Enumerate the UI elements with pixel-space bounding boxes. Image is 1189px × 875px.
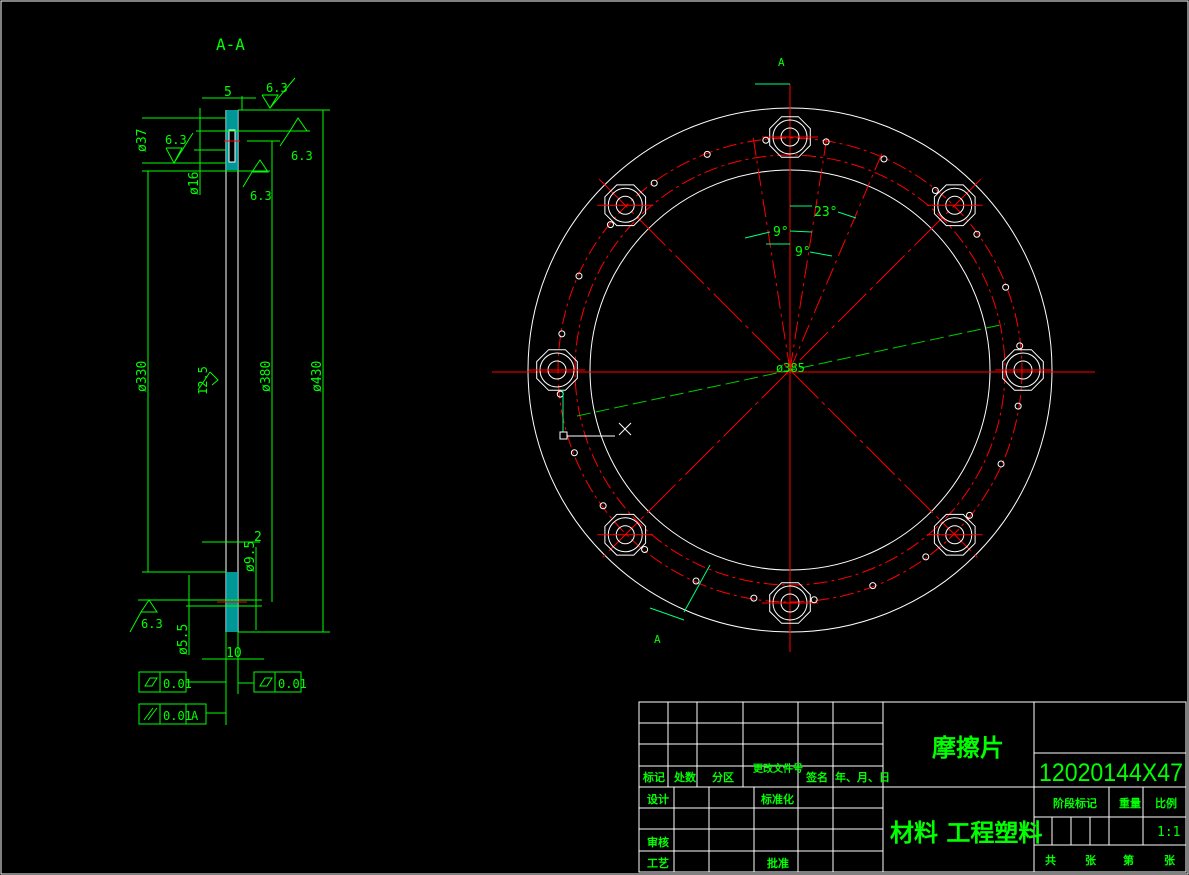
sheet-label: 第 xyxy=(1123,853,1134,867)
small-hole xyxy=(1016,342,1024,350)
small-hole xyxy=(1014,402,1022,410)
roughness-label: 6.3 xyxy=(250,189,272,203)
roughness-label: 12.5 xyxy=(196,366,210,395)
sheet-label: 张 xyxy=(1164,853,1176,867)
section-title: A-A xyxy=(216,35,245,54)
role-label: 设计 xyxy=(647,792,669,806)
small-hole xyxy=(556,390,564,398)
sheet-label: 张 xyxy=(1085,853,1097,867)
small-hole xyxy=(762,136,770,144)
angle-line xyxy=(752,137,791,371)
angle-23: 23° xyxy=(814,205,837,220)
parallelism-value: 0.01 xyxy=(163,709,192,723)
datum-label: A xyxy=(191,709,199,723)
role-label: 审核 xyxy=(647,835,669,849)
flatness-value: 0.01 xyxy=(163,677,192,691)
rev-header: 分区 xyxy=(712,770,734,784)
cad-drawing: A-A 5 ø37 ø16 ø330 ø380 ø430 ø9.5 ø5.5 2… xyxy=(0,0,1189,875)
dim-width-10: 10 xyxy=(226,646,242,661)
dim-d430: ø430 xyxy=(310,361,325,392)
rev-header: 处数 xyxy=(673,770,697,784)
angle-9a: 9° xyxy=(773,225,789,240)
flatness-value: 0.01 xyxy=(278,677,307,691)
small-hole xyxy=(641,546,649,554)
material: 材料 工程塑料 xyxy=(890,819,1042,847)
section-mark-bottom: A xyxy=(654,633,661,646)
sheet-label: 共 xyxy=(1045,853,1056,867)
rev-header: 年、月、日 xyxy=(835,770,890,784)
dim-d37: ø37 xyxy=(135,129,150,152)
bolt-circle-dim: ø385 xyxy=(776,361,805,375)
rev-header: 签名 xyxy=(805,770,828,784)
role-label: 标准化 xyxy=(760,792,794,806)
scale-label: 比例 xyxy=(1155,796,1177,810)
small-hole xyxy=(810,596,818,604)
dim-d9-5: ø9.5 xyxy=(243,541,258,572)
dim-d380: ø380 xyxy=(259,361,274,392)
stage-label: 阶段标记 xyxy=(1053,796,1097,810)
angle-9b: 9° xyxy=(795,245,811,260)
small-hole xyxy=(558,330,566,338)
role-label: 批准 xyxy=(767,856,789,870)
small-hole xyxy=(570,449,578,457)
small-hole xyxy=(997,460,1005,468)
roughness-label: 6.3 xyxy=(266,81,288,95)
role-label: 工艺 xyxy=(647,856,669,870)
dim-width-5: 5 xyxy=(224,85,232,100)
roughness-label: 6.3 xyxy=(141,617,163,631)
drawing-border xyxy=(0,0,1189,875)
dim-width-2: 2 xyxy=(254,530,262,545)
dim-d16: ø16 xyxy=(187,172,202,195)
small-hole xyxy=(922,553,930,561)
rev-header: 更改文件号 xyxy=(753,762,803,775)
roughness-label: 6.3 xyxy=(165,133,187,147)
groove-top xyxy=(228,129,236,163)
part-name: 摩擦片 xyxy=(932,734,1004,762)
angle-line xyxy=(789,153,883,371)
small-hole xyxy=(750,594,758,602)
scale-value: 1:1 xyxy=(1157,825,1180,840)
roughness-label: 6.3 xyxy=(291,149,313,163)
dim-d330: ø330 xyxy=(135,361,150,392)
section-mark-top: A xyxy=(778,56,785,69)
section-view: A-A 5 ø37 ø16 ø330 ø380 ø430 ø9.5 ø5.5 2… xyxy=(129,35,330,725)
small-hole xyxy=(880,155,888,163)
drawing-number: 12020144X47 xyxy=(1039,759,1183,787)
weight-label: 重量 xyxy=(1119,796,1141,810)
plan-view: A A 23° 9° 9° ø385 xyxy=(492,56,1095,652)
rev-header: 标记 xyxy=(642,770,665,784)
dim-d5-5: ø5.5 xyxy=(176,624,191,655)
